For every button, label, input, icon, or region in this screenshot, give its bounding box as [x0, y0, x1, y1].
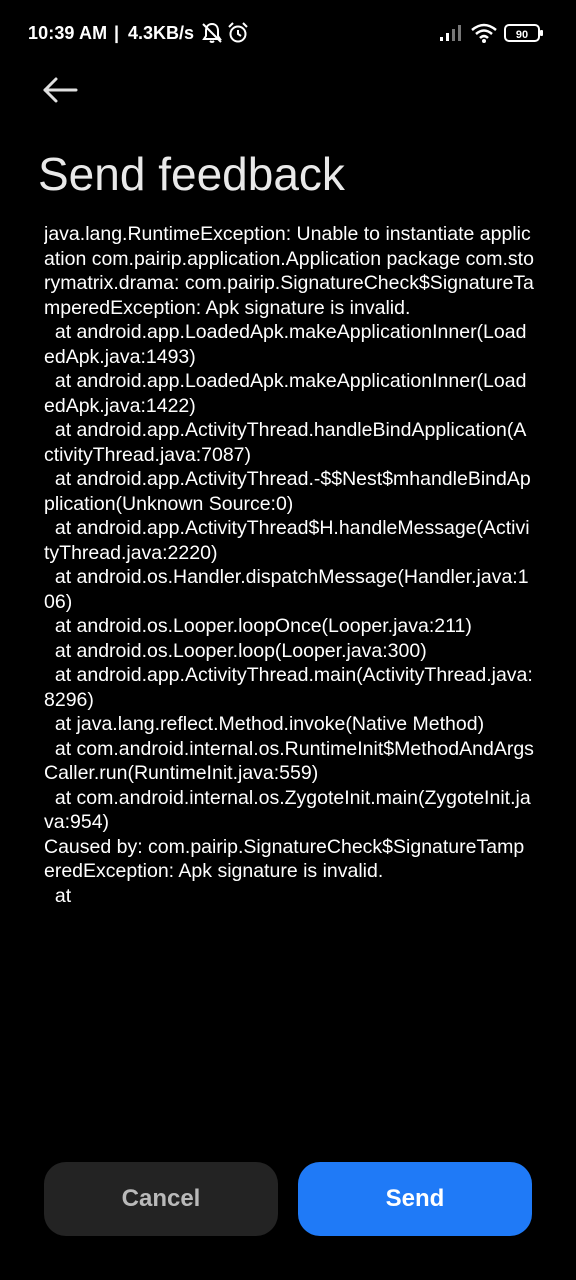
wifi-icon [470, 21, 498, 45]
battery-icon: 90 [504, 21, 544, 45]
page-title: Send feedback [38, 148, 345, 200]
status-bar: 10:39 AM | 4.3KB/s 90 [0, 0, 576, 64]
signal-icon [438, 21, 466, 45]
cancel-button[interactable]: Cancel [44, 1162, 278, 1236]
feedback-log-area[interactable]: java.lang.RuntimeException: Unable to in… [44, 222, 534, 1146]
bell-muted-icon [201, 21, 223, 45]
network-speed: 4.3KB/s [128, 23, 195, 43]
battery-level: 90 [516, 29, 528, 41]
status-separator: | [114, 23, 120, 43]
feedback-log-text: java.lang.RuntimeException: Unable to in… [44, 223, 534, 907]
arrow-left-icon [40, 74, 80, 111]
alarm-icon [227, 21, 249, 45]
send-button[interactable]: Send [298, 1162, 532, 1236]
back-button[interactable] [32, 68, 88, 116]
status-time: 10:39 AM [28, 23, 108, 43]
